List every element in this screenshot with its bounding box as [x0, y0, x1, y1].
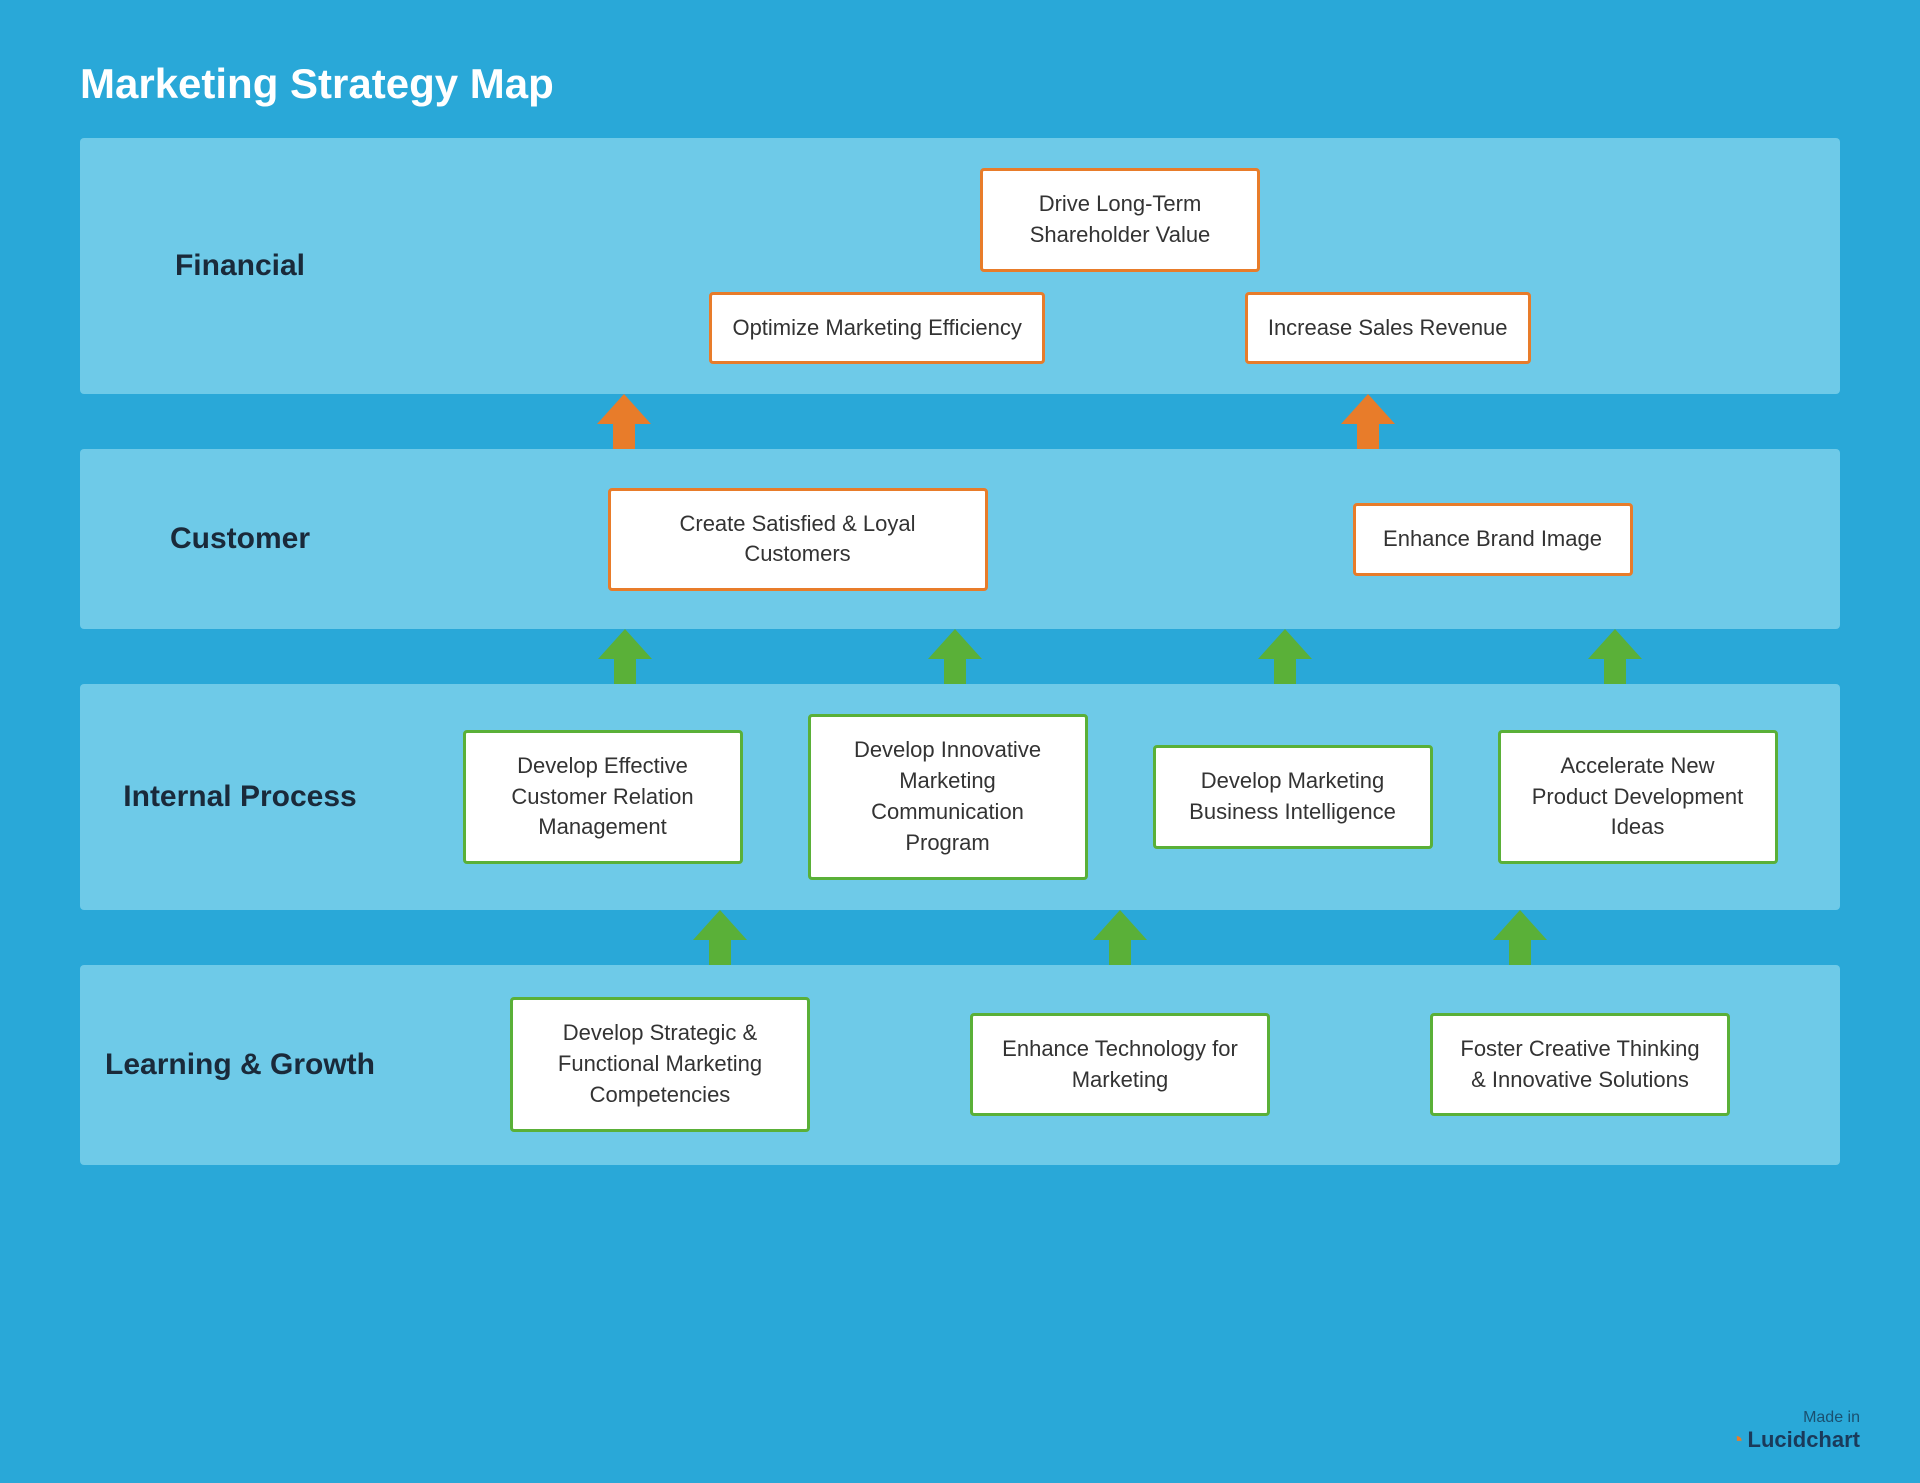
box-optimize-efficiency: Optimize Marketing Efficiency [709, 292, 1044, 365]
page-title: Marketing Strategy Map [0, 0, 1920, 138]
green-arrow-2 [928, 629, 982, 684]
learning-label: Learning & Growth [80, 965, 400, 1165]
green-arrow-1 [598, 629, 652, 684]
green-arrow-il-1 [693, 910, 747, 965]
made-in-text: Made in [1730, 1409, 1860, 1427]
watermark: Made in ◔ Lucidchart [1730, 1409, 1860, 1453]
diagram-wrapper: Financial Drive Long-TermShareholder Val… [80, 138, 1840, 1165]
green-arrow-il-3 [1493, 910, 1547, 965]
green-arrow-3 [1258, 629, 1312, 684]
customer-row: Customer Create Satisfied & Loyal Custom… [80, 449, 1840, 629]
box-dev-comm: Develop Innovative Marketing Communicati… [808, 714, 1088, 879]
lucidchart-brand: Lucidchart [1748, 1427, 1860, 1453]
box-create-loyal: Create Satisfied & Loyal Customers [608, 488, 988, 592]
internal-label: Internal Process [80, 684, 400, 909]
learning-row: Learning & Growth Develop Strategic & Fu… [80, 965, 1840, 1165]
box-dev-strategic: Develop Strategic & Functional Marketing… [510, 997, 810, 1131]
box-foster-creative: Foster Creative Thinking & Innovative So… [1430, 1013, 1730, 1117]
box-increase-sales: Increase Sales Revenue [1245, 292, 1531, 365]
arrows-fin-cust [80, 394, 1840, 449]
box-drive-value: Drive Long-TermShareholder Value [980, 168, 1260, 272]
box-enhance-brand: Enhance Brand Image [1353, 503, 1633, 576]
financial-label: Financial [80, 138, 400, 394]
green-arrow-il-2 [1093, 910, 1147, 965]
financial-row: Financial Drive Long-TermShareholder Val… [80, 138, 1840, 394]
orange-arrow-2 [1341, 394, 1395, 449]
arrows-int-learn [80, 910, 1840, 965]
lucidchart-logo: ◔ Lucidchart [1730, 1427, 1860, 1453]
arrows-cust-int [80, 629, 1840, 684]
green-arrow-4 [1588, 629, 1642, 684]
internal-row: Internal Process Develop Effective Custo… [80, 684, 1840, 909]
box-dev-bi: Develop Marketing Business Intelligence [1153, 745, 1433, 849]
box-enhance-tech: Enhance Technology for Marketing [970, 1013, 1270, 1117]
box-accelerate-npd: Accelerate New Product Development Ideas [1498, 730, 1778, 864]
box-dev-crm: Develop Effective Customer Relation Mana… [463, 730, 743, 864]
orange-arrow-1 [597, 394, 651, 449]
customer-label: Customer [80, 449, 400, 629]
